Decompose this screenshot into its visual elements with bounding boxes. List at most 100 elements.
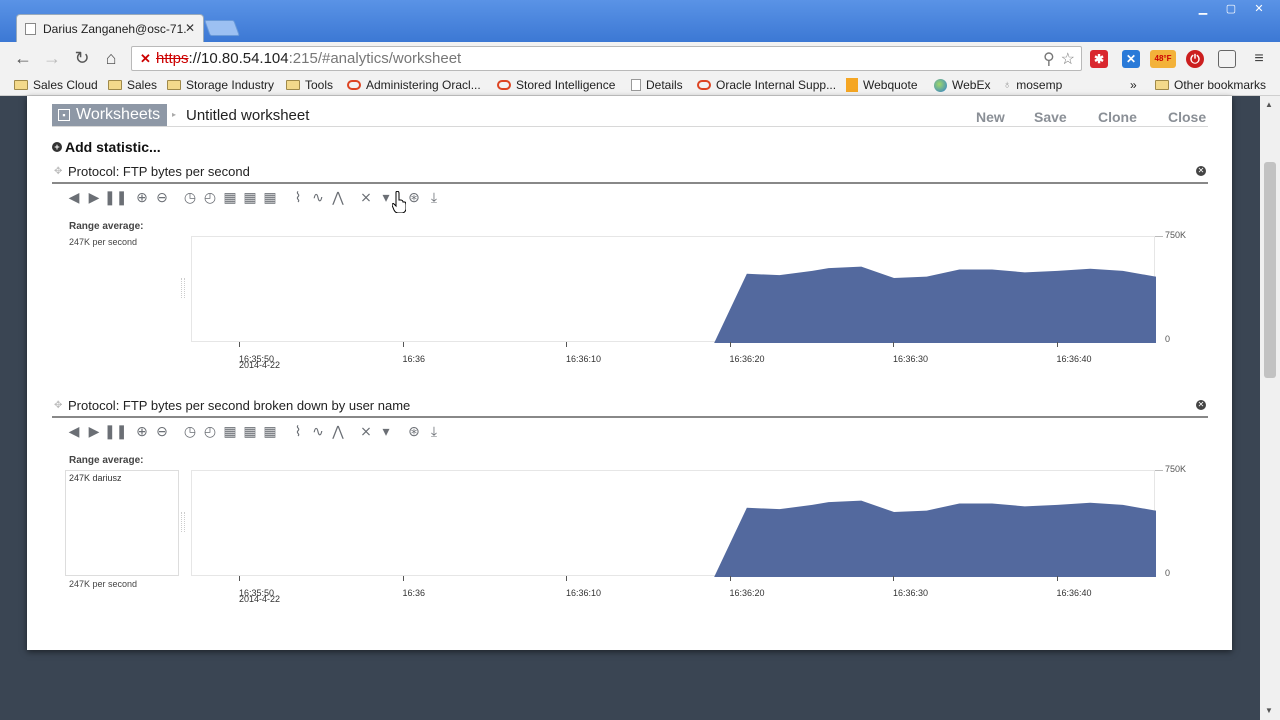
minimize-icon[interactable]: ▁ xyxy=(1192,2,1214,16)
close-button[interactable]: Close xyxy=(1168,109,1206,125)
scroll-left-icon[interactable]: ◀ xyxy=(64,423,84,440)
sync-icon[interactable]: ⨯ xyxy=(356,423,376,440)
user-entry[interactable]: 247K dariusz xyxy=(69,473,122,483)
add-statistic-label: Add statistic... xyxy=(65,139,161,155)
share-icon[interactable]: ⊛ xyxy=(404,189,424,206)
ftp-bytes-chart[interactable] xyxy=(191,236,1156,343)
zoom-in-icon[interactable]: ⊕ xyxy=(132,423,152,440)
back-icon[interactable]: ← xyxy=(13,48,33,69)
plus-icon: + xyxy=(52,142,62,152)
extension-stop-icon[interactable]: ⏻ xyxy=(1186,50,1204,68)
drag-handle-icon[interactable]: ✥ xyxy=(54,166,62,177)
folder-icon xyxy=(14,80,28,90)
save-button[interactable]: Save xyxy=(1034,109,1067,125)
remove-statistic-icon[interactable]: ✕ xyxy=(1196,400,1206,410)
extension-red-icon[interactable]: ✱ xyxy=(1090,50,1108,68)
bookmark-mosemp[interactable]: ♁ mosemp xyxy=(1003,78,1062,92)
table-medium-icon[interactable]: ▦ xyxy=(240,423,260,440)
max-line-icon[interactable]: ⋀ xyxy=(328,189,348,206)
table-small-icon[interactable]: ▦ xyxy=(220,423,240,440)
download-icon[interactable]: ⤓ xyxy=(424,423,444,440)
bookmark-star-icon[interactable]: ☆ xyxy=(1061,49,1075,69)
scroll-right-icon[interactable]: ▶ xyxy=(84,423,104,440)
scroll-down-icon[interactable]: ▼ xyxy=(1265,706,1273,715)
min-line-icon[interactable]: ⌇ xyxy=(288,423,308,440)
pause-icon[interactable]: ❚❚ xyxy=(104,423,127,440)
range-average-label: Range average: xyxy=(69,221,144,232)
address-bar[interactable]: ✕ https://10.80.54.104:215/#analytics/wo… xyxy=(131,46,1082,71)
bookmarks-overflow[interactable]: » xyxy=(1130,78,1137,92)
table-large-icon[interactable]: ▦ xyxy=(260,189,280,206)
browser-tab[interactable]: Darius Zanganeh@osc-71. ✕ xyxy=(16,14,204,42)
forward-icon[interactable]: → xyxy=(42,48,62,69)
bookmark-oracle-internal[interactable]: Oracle Internal Supp... xyxy=(697,78,836,92)
close-window-icon[interactable]: ✕ xyxy=(1248,2,1270,16)
extension-blue-icon[interactable]: ✕ xyxy=(1122,50,1140,68)
home-icon[interactable]: ⌂ xyxy=(101,48,121,69)
bookmark-webex[interactable]: WebEx xyxy=(934,78,990,92)
url-scheme: https xyxy=(156,50,189,67)
clone-button[interactable]: Clone xyxy=(1098,109,1137,125)
avg-line-icon[interactable]: ∿ xyxy=(308,189,328,206)
maximize-icon[interactable]: ▢ xyxy=(1220,2,1242,16)
search-icon[interactable]: ⚲ xyxy=(1043,49,1055,69)
worksheets-tab[interactable]: ▪ Worksheets xyxy=(52,104,167,126)
table-small-icon[interactable]: ▦ xyxy=(220,189,240,206)
drilldown-icon[interactable]: ▾ xyxy=(376,423,396,440)
sync-icon[interactable]: ⨯ xyxy=(356,189,376,206)
other-bookmarks[interactable]: Other bookmarks xyxy=(1155,78,1266,92)
weather-icon[interactable]: 48°F xyxy=(1150,50,1176,68)
series-area xyxy=(240,500,1156,577)
scroll-thumb[interactable] xyxy=(1264,162,1276,378)
statistic-title: Protocol: FTP bytes per second broken do… xyxy=(68,398,411,413)
clock-icon[interactable]: ◷ xyxy=(180,423,200,440)
resize-handle[interactable] xyxy=(181,512,185,532)
scroll-up-icon[interactable]: ▲ xyxy=(1265,100,1273,109)
pause-icon[interactable]: ❚❚ xyxy=(104,189,127,206)
table-medium-icon[interactable]: ▦ xyxy=(240,189,260,206)
bookmark-label: mosemp xyxy=(1016,78,1063,92)
history-icon[interactable]: ◴ xyxy=(200,423,220,440)
bookmark-tools[interactable]: Tools xyxy=(286,78,333,92)
download-icon[interactable]: ⤓ xyxy=(424,189,444,206)
remove-statistic-icon[interactable]: ✕ xyxy=(1196,166,1206,176)
bookmark-details[interactable]: Details xyxy=(631,78,683,92)
scroll-left-icon[interactable]: ◀ xyxy=(64,189,84,206)
extension-cast-icon[interactable] xyxy=(1218,50,1236,68)
bookmark-sales-cloud[interactable]: Sales Cloud xyxy=(14,78,98,92)
bookmark-sales[interactable]: Sales xyxy=(108,78,157,92)
max-line-icon[interactable]: ⋀ xyxy=(328,423,348,440)
table-large-icon[interactable]: ▦ xyxy=(260,423,280,440)
add-statistic-button[interactable]: + Add statistic... xyxy=(52,139,161,155)
scroll-right-icon[interactable]: ▶ xyxy=(84,189,104,206)
zoom-out-icon[interactable]: ⊖ xyxy=(152,189,172,206)
user-breakdown-list[interactable]: 247K dariusz xyxy=(65,470,179,576)
bookmark-stored-intelligence[interactable]: Stored Intelligence xyxy=(497,78,615,92)
zoom-in-icon[interactable]: ⊕ xyxy=(132,189,152,206)
new-tab-button[interactable] xyxy=(204,20,240,36)
bookmark-administering[interactable]: Administering Oracl... xyxy=(347,78,481,92)
min-line-icon[interactable]: ⌇ xyxy=(288,189,308,206)
drag-handle-icon[interactable]: ✥ xyxy=(54,400,62,411)
zoom-out-icon[interactable]: ⊖ xyxy=(152,423,172,440)
resize-handle[interactable] xyxy=(181,278,185,298)
reload-icon[interactable]: ↻ xyxy=(72,48,92,69)
clock-icon[interactable]: ◷ xyxy=(180,189,200,206)
new-button[interactable]: New xyxy=(976,109,1005,125)
bookmark-label: Details xyxy=(646,78,683,92)
globe-icon xyxy=(934,78,947,92)
close-tab-icon[interactable]: ✕ xyxy=(185,21,195,35)
ftp-bytes-by-user-chart[interactable] xyxy=(191,470,1156,577)
history-icon[interactable]: ◴ xyxy=(200,189,220,206)
avg-line-icon[interactable]: ∿ xyxy=(308,423,328,440)
share-icon[interactable]: ⊛ xyxy=(404,423,424,440)
y-max-label: 750K xyxy=(1165,230,1187,240)
bookmark-storage-industry[interactable]: Storage Industry xyxy=(167,78,274,92)
menu-icon[interactable]: ≡ xyxy=(1250,50,1268,68)
x-tick xyxy=(402,342,404,347)
page-icon xyxy=(631,79,641,91)
insecure-lock-icon: ✕ xyxy=(140,51,151,66)
worksheet-title[interactable]: Untitled worksheet xyxy=(186,107,309,124)
page-scrollbar[interactable]: ▲ ▼ xyxy=(1260,96,1280,720)
bookmark-webquote[interactable]: Webquote xyxy=(846,78,918,92)
